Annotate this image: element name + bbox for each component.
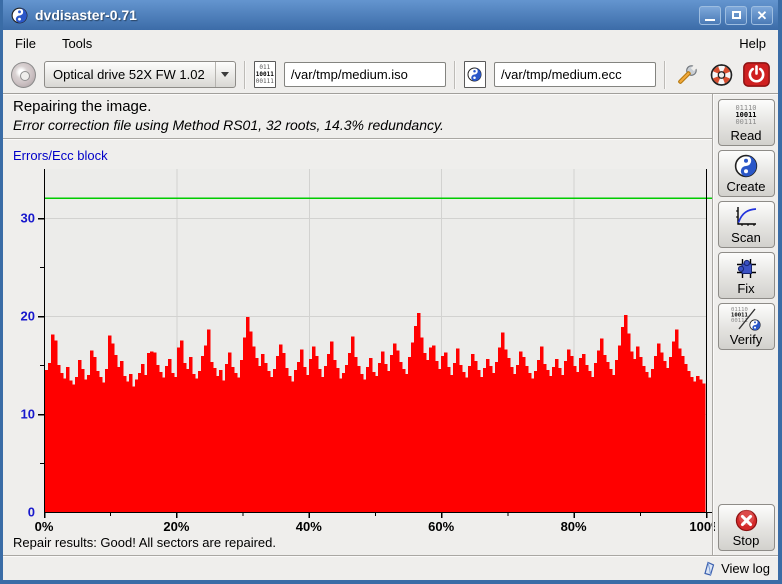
create-button-label: Create bbox=[726, 179, 765, 194]
read-button[interactable]: 011101001100111 Read bbox=[718, 99, 775, 146]
app-window: dvdisaster-0.71 ✕ File Tools Help Optica… bbox=[0, 0, 782, 584]
minimize-button[interactable] bbox=[699, 6, 721, 25]
maximize-button[interactable] bbox=[725, 6, 747, 25]
footer-bar: View log bbox=[3, 555, 778, 580]
svg-text:20: 20 bbox=[21, 309, 35, 324]
help-button[interactable] bbox=[708, 62, 735, 88]
svg-text:20%: 20% bbox=[163, 519, 189, 534]
verify-button[interactable]: 011101001100111 Verify bbox=[718, 303, 775, 350]
iso-path-input[interactable] bbox=[284, 62, 446, 87]
ecc-file-icon bbox=[464, 61, 486, 88]
binary-row: 10011 bbox=[256, 71, 274, 78]
binary-row: 011 bbox=[259, 64, 270, 71]
stop-button-label: Stop bbox=[733, 533, 760, 548]
iso-file-icon: 011 10011 00111 bbox=[254, 61, 276, 88]
log-page-icon bbox=[701, 560, 717, 576]
main-area: Repairing the image. Error correction fi… bbox=[3, 94, 778, 555]
toolbar-separator bbox=[454, 61, 456, 89]
view-log-link[interactable]: View log bbox=[721, 561, 770, 576]
preferences-button[interactable] bbox=[674, 62, 700, 88]
svg-text:0: 0 bbox=[28, 505, 35, 520]
svg-text:0%: 0% bbox=[35, 519, 54, 534]
stop-button[interactable]: Stop bbox=[718, 504, 775, 551]
errors-chart: 01020300%20%40%60%80%100% bbox=[3, 163, 715, 535]
drive-selector-value: Optical drive 52X FW 1.02 bbox=[45, 67, 215, 82]
svg-text:30: 30 bbox=[21, 211, 35, 226]
close-button[interactable]: ✕ bbox=[751, 6, 773, 25]
quit-button[interactable] bbox=[743, 62, 770, 87]
create-button[interactable]: Create bbox=[718, 150, 775, 197]
action-sidebar: 011101001100111 Read Create Scan bbox=[714, 94, 778, 555]
power-icon bbox=[743, 62, 770, 87]
toolbar: Optical drive 52X FW 1.02 011 10011 0011… bbox=[3, 56, 778, 94]
puzzle-icon bbox=[735, 256, 758, 280]
menu-file[interactable]: File bbox=[13, 34, 38, 53]
stop-icon bbox=[735, 508, 758, 532]
yinyang-icon bbox=[734, 154, 758, 178]
repair-result-text: Repair results: Good! All sectors are re… bbox=[13, 535, 712, 550]
fix-button[interactable]: Fix bbox=[718, 252, 775, 299]
svg-text:40%: 40% bbox=[296, 519, 322, 534]
fix-button-label: Fix bbox=[737, 281, 754, 296]
binary-icon: 011101001100111 bbox=[735, 103, 756, 127]
wrench-icon bbox=[674, 62, 700, 88]
status-headline: Repairing the image. bbox=[13, 98, 702, 115]
status-detail: Error correction file using Method RS01,… bbox=[13, 117, 702, 133]
menu-bar: File Tools Help bbox=[3, 30, 778, 56]
binary-row: 00111 bbox=[256, 78, 274, 85]
verify-button-label: Verify bbox=[730, 332, 763, 347]
minimize-icon bbox=[705, 19, 715, 21]
svg-text:10: 10 bbox=[21, 407, 35, 422]
toolbar-separator bbox=[244, 61, 246, 89]
svg-text:80%: 80% bbox=[561, 519, 587, 534]
menu-help[interactable]: Help bbox=[737, 34, 768, 53]
status-area: Repairing the image. Error correction fi… bbox=[3, 94, 712, 138]
verify-icon: 011101001100111 bbox=[731, 307, 761, 331]
optical-disc-icon bbox=[11, 62, 36, 88]
menu-tools[interactable]: Tools bbox=[60, 34, 94, 53]
close-icon: ✕ bbox=[757, 9, 768, 22]
maximize-icon bbox=[732, 11, 741, 19]
drive-selector[interactable]: Optical drive 52X FW 1.02 bbox=[44, 61, 236, 88]
content-column: Repairing the image. Error correction fi… bbox=[3, 94, 712, 555]
lifebelt-icon bbox=[708, 62, 735, 88]
scan-button[interactable]: Scan bbox=[718, 201, 775, 248]
scan-button-label: Scan bbox=[731, 230, 761, 245]
svg-text:60%: 60% bbox=[428, 519, 454, 534]
title-bar: dvdisaster-0.71 ✕ bbox=[3, 0, 778, 30]
toolbar-separator bbox=[664, 61, 666, 89]
chart-title: Errors/Ecc block bbox=[13, 148, 712, 163]
read-button-label: Read bbox=[730, 128, 761, 143]
curve-chart-icon bbox=[734, 205, 758, 229]
ecc-path-input[interactable] bbox=[494, 62, 656, 87]
window-title: dvdisaster-0.71 bbox=[35, 7, 137, 23]
separator bbox=[3, 138, 712, 140]
app-logo-icon bbox=[11, 7, 28, 24]
chevron-down-icon bbox=[215, 62, 235, 87]
